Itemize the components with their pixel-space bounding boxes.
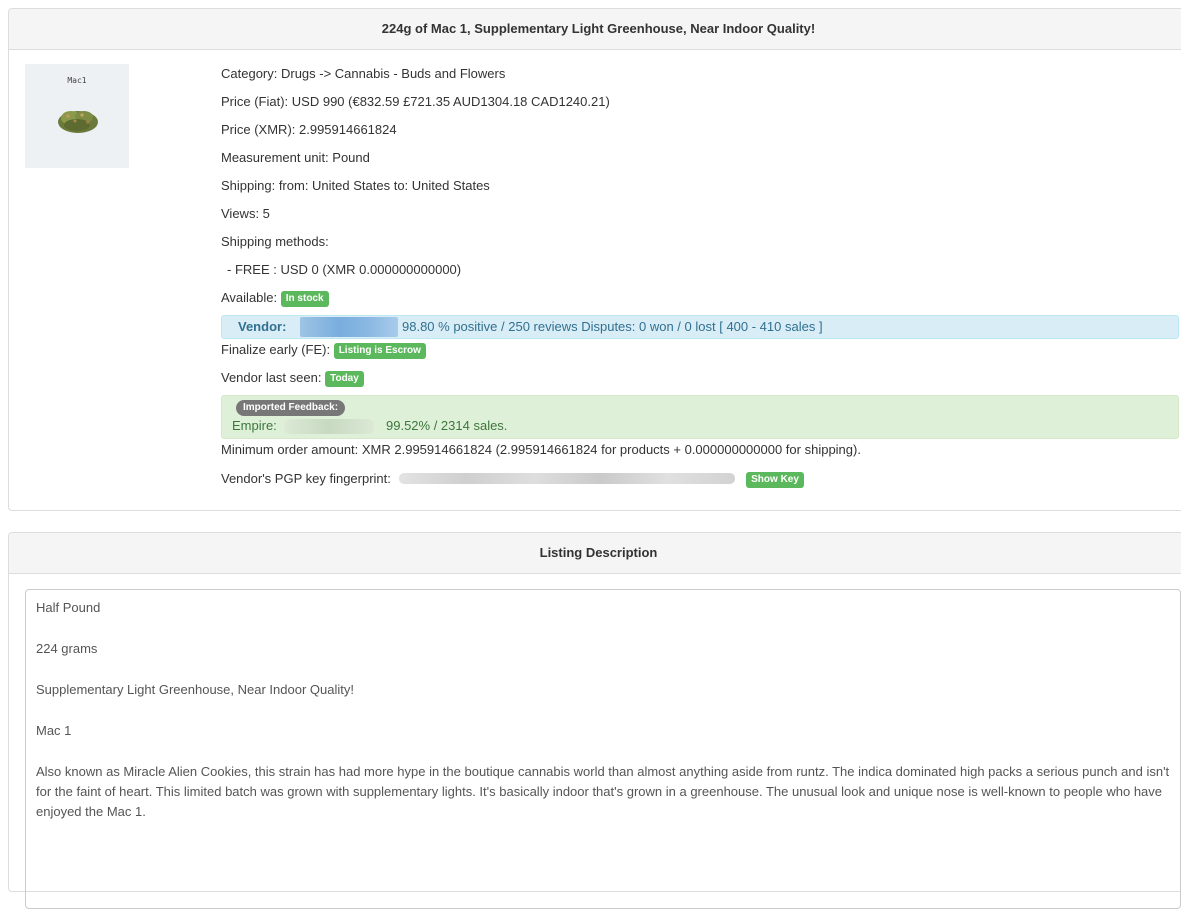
imported-stats: 99.52% / 2314 sales. <box>386 418 508 433</box>
available-label: Available: <box>221 290 278 305</box>
views-text: Views: 5 <box>221 206 270 221</box>
listing-details: Category: Drugs -> Cannabis - Buds and F… <box>221 65 1179 488</box>
vendor-label: Vendor: <box>238 319 287 334</box>
vendor-name-redacted[interactable] <box>300 317 398 337</box>
description-paragraph: Mac 1 <box>36 723 72 738</box>
imported-feedback-badge: Imported Feedback: <box>236 400 346 416</box>
shipping-method-item: - FREE : USD 0 (XMR 0.000000000000) <box>227 262 462 277</box>
description-paragraph: Supplementary Light Greenhouse, Near Ind… <box>36 682 354 697</box>
listing-title: 224g of Mac 1, Supplementary Light Green… <box>9 9 1181 50</box>
fe-label: Finalize early (FE): <box>221 342 331 357</box>
pgp-label: Vendor's PGP key fingerprint: <box>221 471 391 486</box>
last-seen-label: Vendor last seen: <box>221 370 322 385</box>
price-xmr-text: Price (XMR): 2.995914661824 <box>221 122 397 137</box>
pgp-fingerprint-redacted <box>398 473 735 484</box>
show-key-button[interactable]: Show Key <box>746 472 804 488</box>
last-seen-row: Vendor last seen: Today <box>221 369 364 387</box>
vendor-stats: 98.80 % positive / 250 reviews Disputes:… <box>402 319 823 334</box>
vendor-info-bar: Vendor: 98.80 % positive / 250 reviews D… <box>221 315 1179 339</box>
product-image-label: Mac1 <box>67 76 87 85</box>
escrow-badge: Listing is Escrow <box>333 343 426 359</box>
today-badge: Today <box>325 371 364 387</box>
imported-market-label: Empire: <box>232 418 277 433</box>
description-paragraph: 224 grams <box>36 641 98 656</box>
description-box[interactable]: Half Pound 224 grams Supplementary Light… <box>25 589 1181 909</box>
measurement-unit-text: Measurement unit: Pound <box>221 150 370 165</box>
description-panel: Listing Description Half Pound 224 grams… <box>8 532 1181 909</box>
cannabis-bud-icon <box>58 111 98 133</box>
category-text: Category: Drugs -> Cannabis - Buds and F… <box>221 66 506 81</box>
listing-panel: 224g of Mac 1, Supplementary Light Green… <box>8 8 1181 511</box>
fe-row: Finalize early (FE): Listing is Escrow <box>221 341 426 359</box>
shipping-methods-label: Shipping methods: <box>221 234 329 249</box>
in-stock-badge: In stock <box>280 291 329 307</box>
imported-vendor-redacted <box>284 419 374 434</box>
product-image[interactable]: Mac1 <box>25 64 129 168</box>
description-paragraph: Half Pound <box>36 600 101 615</box>
availability-row: Available: In stock <box>221 289 1179 317</box>
price-fiat-text: Price (Fiat): USD 990 (€832.59 £721.35 A… <box>221 94 610 109</box>
imported-feedback-box: Imported Feedback: Empire: 99.52% / 2314… <box>221 395 1179 439</box>
shipping-text: Shipping: from: United States to: United… <box>221 178 490 193</box>
pgp-row: Vendor's PGP key fingerprint: Show Key <box>221 470 804 488</box>
min-order-text: Minimum order amount: XMR 2.995914661824… <box>221 442 861 457</box>
description-heading: Listing Description <box>9 533 1181 574</box>
description-paragraph: Also known as Miracle Alien Cookies, thi… <box>36 764 1170 819</box>
